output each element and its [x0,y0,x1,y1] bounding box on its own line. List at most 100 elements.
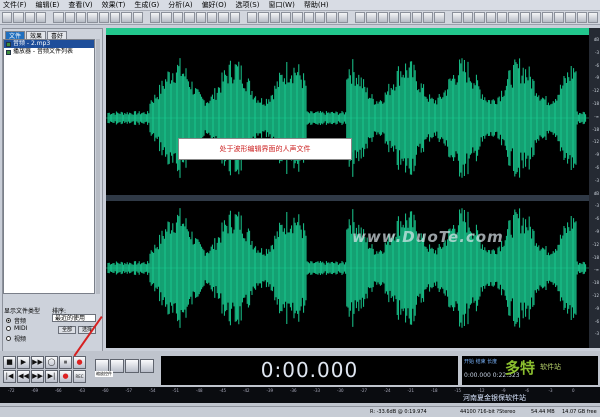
app-window: 文件(F) 编辑(E) 查看(V) 效果(T) 生成(G) 分析(A) 偏好(O… [0,0,600,417]
menu-edit[interactable]: 编辑(E) [36,0,60,11]
toolbar-button[interactable] [2,12,13,23]
radio-video[interactable]: 视频 [6,334,26,343]
toolbar-button[interactable] [565,12,576,23]
toolbar-button[interactable] [434,12,445,23]
toolbar-button[interactable] [195,12,206,23]
rewind-button[interactable]: ◀◀ [17,370,30,383]
toolbar-button[interactable] [76,12,87,23]
radio-audio[interactable]: 音频 [6,316,26,325]
toolbar-button[interactable] [258,12,269,23]
toolbar-button[interactable] [337,12,348,23]
go-to-end-button[interactable]: ▶| [45,370,58,383]
toolbar-button[interactable] [24,12,36,23]
loop-button[interactable]: ◯ [45,356,58,369]
menu-window[interactable]: 窗口(W) [268,0,294,11]
menu-effects[interactable]: 效果(T) [102,0,126,11]
toolbar-button[interactable] [451,12,463,23]
stop-button[interactable]: ■ [3,356,16,369]
toolbar-button[interactable] [400,12,411,23]
toolbar-button[interactable] [172,12,184,23]
toolbar-button[interactable] [98,12,110,23]
toolbar-button[interactable] [229,12,240,23]
toolbar-button[interactable] [36,12,47,23]
status-db: R: -33.6dB @ 0:19.974 [370,409,427,415]
file-list-item[interactable]: 播放器 - 音频文件列表 [4,48,94,56]
toolbar-button[interactable] [87,12,98,23]
toolbar-button[interactable] [411,12,423,23]
toolbar-button[interactable] [377,12,388,23]
toolbar-button[interactable] [354,12,366,23]
toolbar-button[interactable] [53,12,64,23]
sort-dropdown[interactable]: 最近的使用 [52,314,96,322]
toolbar-button[interactable] [423,12,434,23]
toolbar-button[interactable] [132,12,144,23]
toolbar-button[interactable] [314,12,326,23]
fast-forward-button[interactable]: ▶▶ [31,370,44,383]
toolbar-button[interactable] [64,12,76,23]
ruler-label: -∞ [594,267,599,273]
ruler-label: -9 [595,229,599,234]
toolbar-button[interactable] [110,12,121,23]
file-list-scrollbar[interactable] [96,39,100,294]
play-to-end-button[interactable]: ▶▶ [31,356,44,369]
toolbar-button[interactable] [497,12,508,23]
ruler-label: -3 [595,203,599,209]
ruler-label: -6 [595,165,599,170]
menu-favorites[interactable]: 偏好(O) [202,0,227,11]
menu-view[interactable]: 查看(V) [68,0,92,11]
toolbar-button[interactable] [485,12,497,23]
toolbar-button[interactable] [150,12,161,23]
ruler-label: -18 [592,101,599,106]
audio-file-icon [6,49,11,55]
file-list[interactable]: 音频 - 2.mp3 播放器 - 音频文件列表 [3,39,95,294]
toolbar-button[interactable] [206,12,218,23]
record-button[interactable]: ● [73,356,86,369]
toolbar-button[interactable] [246,12,258,23]
menu-help[interactable]: 帮助(H) [304,0,329,11]
toolbar-button[interactable] [366,12,377,23]
pause-button[interactable]: ⏸ [59,356,72,369]
zoom-selection-button[interactable] [140,359,154,373]
show-all-button[interactable]: 全部 [58,326,76,334]
rec-button[interactable]: REC [73,370,86,383]
toolbar-button[interactable] [121,12,132,23]
record-dot-button[interactable]: ● [59,370,72,383]
toolbar-button[interactable] [531,12,542,23]
play-button[interactable]: ▶ [17,356,30,369]
time-display: 0:00.000 [161,356,458,385]
radio-midi[interactable]: MIDI [6,325,27,332]
menu-file[interactable]: 文件(F) [3,0,27,11]
toolbar-button[interactable] [326,12,337,23]
zoom-full-button[interactable] [125,359,139,373]
toolbar-button[interactable] [184,12,195,23]
waveform-display[interactable]: www.DuoTe.com [106,28,589,348]
menu-analyze[interactable]: 分析(A) [168,0,192,11]
display-type-label: 显示文件类型 [4,308,41,315]
audio-file-icon [6,41,11,47]
toolbar-button[interactable] [553,12,565,23]
status-format: 44100 ?16-bit ?Stereo [460,409,516,415]
watermark: www.DuoTe.com [352,228,504,246]
toolbar-button[interactable] [218,12,229,23]
toolbar-button[interactable] [587,12,599,23]
file-list-item[interactable]: 音频 - 2.mp3 [4,40,94,48]
toolbar-button[interactable] [303,12,314,23]
zoom-label: 缩放控件 [95,371,113,377]
toolbar-button[interactable] [463,12,474,23]
toolbar-button[interactable] [519,12,531,23]
toolbar-button[interactable] [576,12,587,23]
selection-header: 开始 结束 长度 [464,359,498,365]
toolbar-button[interactable] [542,12,553,23]
toolbar-button[interactable] [508,12,519,23]
go-to-start-button[interactable]: |◀ [3,370,16,383]
toolbar-button[interactable] [389,12,400,23]
toolbar-button[interactable] [280,12,292,23]
ruler-label: -18 [592,254,599,260]
toolbar-button[interactable] [161,12,172,23]
menu-generate[interactable]: 生成(G) [134,0,159,11]
toolbar-button[interactable] [269,12,280,23]
toolbar-button[interactable] [474,12,485,23]
toolbar-button[interactable] [13,12,24,23]
toolbar-button[interactable] [292,12,303,23]
menu-options[interactable]: 选项(S) [236,0,260,11]
